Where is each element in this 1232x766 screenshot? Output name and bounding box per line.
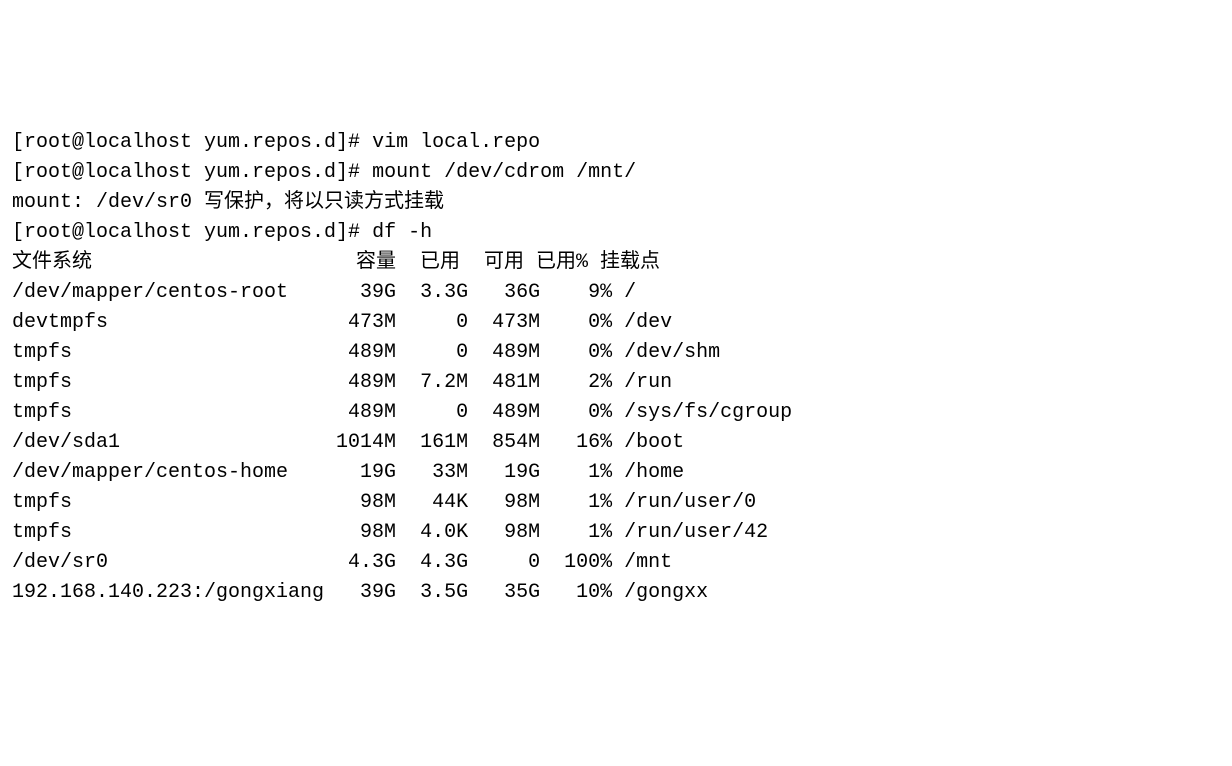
df-row: tmpfs 489M 7.2M 481M 2% /run (12, 368, 1220, 398)
df-row: devtmpfs 473M 0 473M 0% /dev (12, 308, 1220, 338)
df-row: /dev/mapper/centos-home 19G 33M 19G 1% /… (12, 458, 1220, 488)
df-header: 文件系统 容量 已用 可用 已用% 挂载点 (12, 248, 1220, 278)
mount-output: mount: /dev/sr0 写保护，将以只读方式挂载 (12, 188, 1220, 218)
df-row: /dev/sr0 4.3G 4.3G 0 100% /mnt (12, 548, 1220, 578)
df-row: /dev/sda1 1014M 161M 854M 16% /boot (12, 428, 1220, 458)
df-row: /dev/mapper/centos-root 39G 3.3G 36G 9% … (12, 278, 1220, 308)
shell-prompt: [root@localhost yum.repos.d]# (12, 131, 372, 154)
terminal-line-3: [root@localhost yum.repos.d]# df -h (12, 218, 1220, 248)
command-df: df -h (372, 221, 432, 244)
shell-prompt: [root@localhost yum.repos.d]# (12, 221, 372, 244)
df-row: 192.168.140.223:/gongxiang 39G 3.5G 35G … (12, 578, 1220, 608)
df-row: tmpfs 98M 44K 98M 1% /run/user/0 (12, 488, 1220, 518)
command-vim: vim local.repo (372, 131, 540, 154)
terminal-line-1: [root@localhost yum.repos.d]# vim local.… (12, 128, 1220, 158)
command-mount: mount /dev/cdrom /mnt/ (372, 161, 636, 184)
df-row: tmpfs 98M 4.0K 98M 1% /run/user/42 (12, 518, 1220, 548)
df-row: tmpfs 489M 0 489M 0% /sys/fs/cgroup (12, 398, 1220, 428)
shell-prompt: [root@localhost yum.repos.d]# (12, 161, 372, 184)
terminal-line-2: [root@localhost yum.repos.d]# mount /dev… (12, 158, 1220, 188)
df-row: tmpfs 489M 0 489M 0% /dev/shm (12, 338, 1220, 368)
